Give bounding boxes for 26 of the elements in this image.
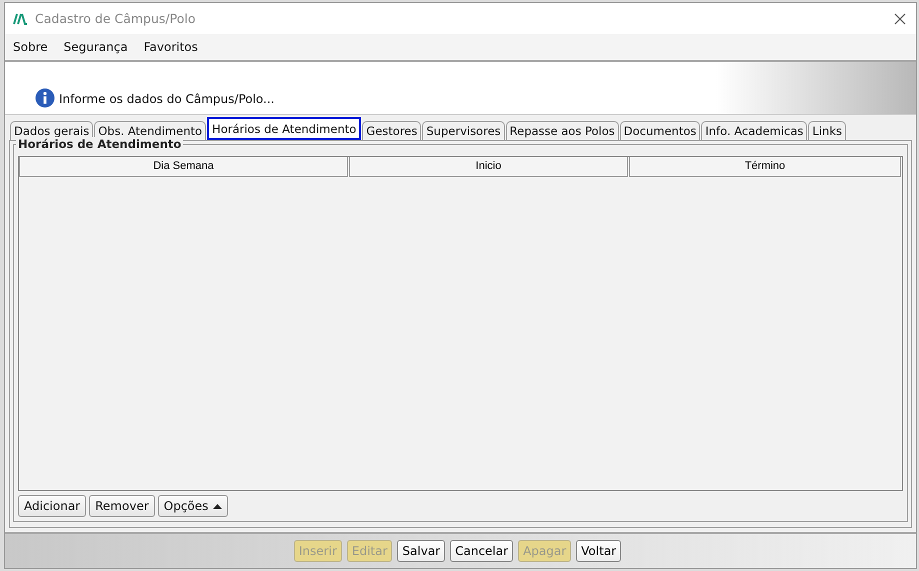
column-header[interactable]: Término (629, 157, 901, 177)
window-title: Cadastro de Câmpus/Polo (35, 11, 196, 26)
menu-item[interactable]: Favoritos (144, 40, 198, 54)
tab[interactable]: Info. Academicas (701, 121, 808, 140)
info-message: Informe os dados do Câmpus/Polo... (59, 92, 274, 108)
info-icon (35, 88, 55, 108)
menu-item[interactable]: Sobre (13, 40, 48, 54)
action-button[interactable]: Cancelar (450, 540, 514, 562)
tab[interactable]: Links (808, 121, 846, 140)
menu-item[interactable]: Segurança (64, 40, 128, 54)
column-header[interactable]: Inicio (349, 157, 628, 177)
action-button[interactable]: Adicionar (18, 495, 86, 517)
app-logo-icon (13, 12, 27, 24)
tab[interactable]: Gestores (362, 121, 422, 140)
close-icon[interactable] (894, 12, 906, 24)
column-header[interactable]: Dia Semana (19, 157, 348, 177)
group-title: Horários de Atendimento (16, 137, 184, 151)
caret-icon (213, 504, 222, 508)
tab[interactable]: Horários de Atendimento (207, 117, 362, 140)
tab[interactable]: Documentos (620, 121, 700, 140)
tab[interactable]: Supervisores (422, 121, 505, 140)
action-button[interactable]: Salvar (397, 540, 446, 562)
options-button[interactable]: Opções (158, 495, 228, 517)
tab[interactable]: Repasse aos Polos (506, 121, 619, 140)
action-button[interactable]: Remover (89, 495, 155, 517)
action-button[interactable]: Voltar (576, 540, 622, 562)
